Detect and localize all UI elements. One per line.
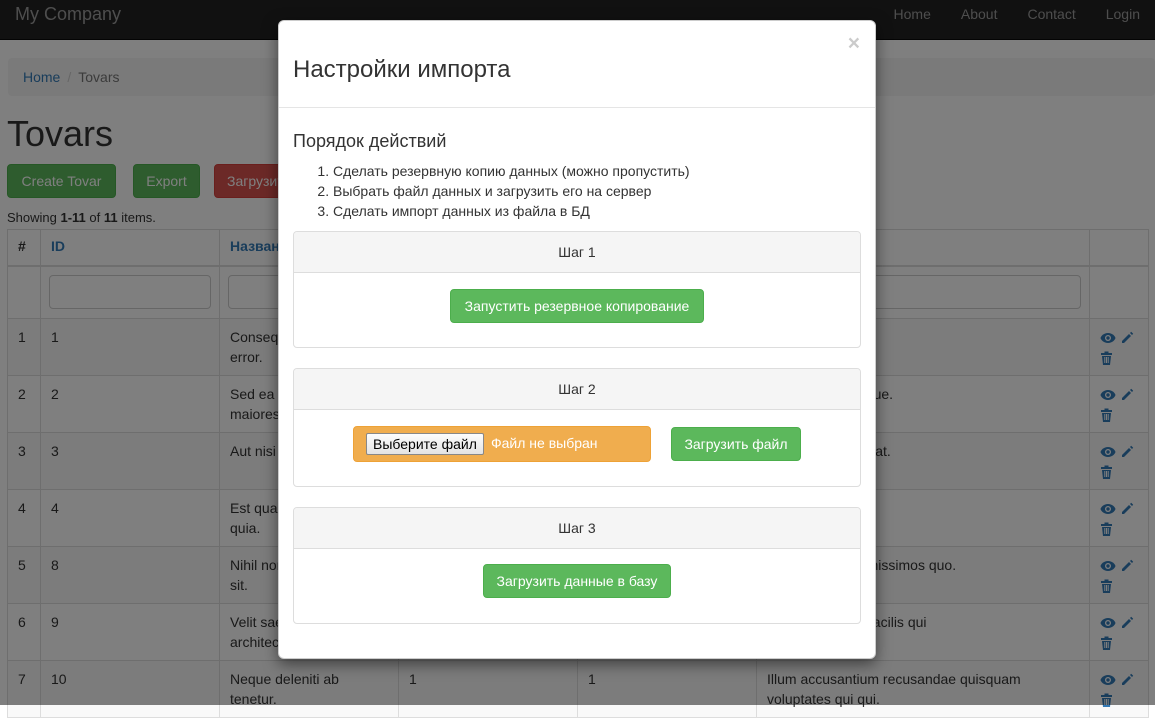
close-icon[interactable]: × [848, 33, 860, 54]
run-backup-button[interactable]: Запустить резервное копирование [450, 289, 704, 323]
steps-list: Сделать резервную копию данных (можно пр… [293, 161, 861, 221]
modal-title: Настройки импорта [293, 56, 511, 83]
import-to-db-button[interactable]: Загрузить данные в базу [483, 564, 671, 598]
import-settings-modal: Настройки импорта × Порядок действий Сде… [278, 20, 876, 659]
modal-body: Порядок действий Сделать резервную копию… [293, 131, 861, 624]
step3-heading: Шаг 3 [294, 508, 860, 549]
choose-file-button[interactable]: Выберите файл [366, 433, 484, 455]
step-item-3: Сделать импорт данных из файла в БД [333, 201, 861, 221]
modal-header: Настройки импорта × [279, 21, 875, 108]
step3-panel: Шаг 3 Загрузить данные в базу [293, 507, 861, 624]
upload-file-button[interactable]: Загрузить файл [671, 427, 801, 461]
file-status-text: Файл не выбран [491, 435, 598, 451]
step1-panel: Шаг 1 Запустить резервное копирование [293, 231, 861, 348]
steps-heading: Порядок действий [293, 131, 447, 151]
step2-panel: Шаг 2 Выберите файл Файл не выбран Загру… [293, 368, 861, 487]
file-input-wrapper: Выберите файл Файл не выбран [353, 426, 651, 462]
step2-heading: Шаг 2 [294, 369, 860, 410]
step-item-1: Сделать резервную копию данных (можно пр… [333, 161, 861, 181]
step1-heading: Шаг 1 [294, 232, 860, 273]
step-item-2: Выбрать файл данных и загрузить его на с… [333, 181, 861, 201]
